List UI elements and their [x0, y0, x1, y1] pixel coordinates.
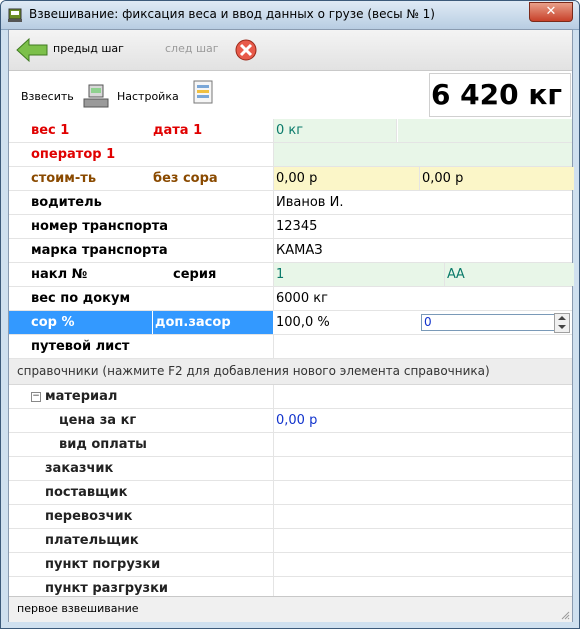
weigh-button[interactable]: Взвесить — [21, 90, 74, 103]
scale-icon[interactable] — [81, 81, 111, 111]
value-document-weight[interactable]: 6000 кг — [276, 287, 566, 310]
label-extra-debris: доп.засор — [153, 311, 273, 334]
main-window: Взвешивание: фиксация веса и ввод данных… — [0, 0, 580, 629]
label-vehicle-brand: марка транспорта — [31, 243, 168, 258]
window-title: Взвешивание: фиксация веса и ввод данных… — [29, 7, 435, 21]
label-document-weight: вес по докум — [31, 291, 131, 306]
spin-down-icon[interactable] — [558, 325, 566, 329]
label-cost: стоим-ть — [31, 171, 97, 186]
row-waybill[interactable]: путевой лист — [9, 335, 572, 359]
label-customer: заказчик — [45, 461, 114, 476]
row-document-weight[interactable]: вес по докум 6000 кг — [9, 287, 572, 311]
value-debris-percent[interactable]: 100,0 % — [276, 311, 416, 334]
label-vehicle-number: номер транспорта — [31, 219, 169, 234]
label-price-per-kg: цена за кг — [59, 413, 137, 428]
back-arrow-icon[interactable] — [15, 38, 49, 62]
value-cost[interactable]: 0,00 р — [274, 167, 419, 190]
extra-debris-spinner[interactable] — [554, 313, 570, 333]
label-payer: плательщик — [45, 533, 139, 548]
label-carrier: перевозчик — [45, 509, 133, 524]
weight-display: 6 420 кг — [429, 73, 571, 117]
label-without-debris: без сора — [153, 171, 218, 186]
row-payment-type[interactable]: вид оплаты — [9, 433, 572, 457]
action-toolbar: Взвесить Настройка 6 420 кг — [9, 71, 572, 119]
extra-debris-input[interactable]: 0 — [421, 314, 555, 331]
value-operator-1[interactable] — [274, 143, 572, 166]
status-text: первое взвешивание — [17, 602, 139, 615]
value-vehicle-number[interactable]: 12345 — [276, 215, 566, 238]
row-vehicle-brand[interactable]: марка транспорта КАМАЗ — [9, 239, 572, 263]
value-vehicle-brand[interactable]: КАМАЗ — [276, 239, 566, 262]
next-button[interactable]: след шаг — [165, 42, 219, 55]
reference-section-text: справочники (нажмите F2 для добавления н… — [17, 364, 490, 378]
label-date-1: дата 1 — [153, 123, 203, 138]
label-payment-type: вид оплаты — [59, 437, 147, 452]
row-debris-percent[interactable]: сор % доп.засор 100,0 % 0 — [9, 311, 572, 335]
scale-app-icon — [8, 8, 22, 22]
settings-icon[interactable] — [191, 77, 215, 105]
label-material: материал — [45, 389, 118, 404]
value-weight-1[interactable]: 0 кг — [274, 119, 397, 142]
back-button[interactable]: предыд шаг — [53, 42, 124, 55]
spin-up-icon[interactable] — [558, 316, 566, 320]
client-area: предыд шаг след шаг Взвесить Настройка 6… — [8, 29, 574, 622]
value-date-1[interactable] — [398, 119, 572, 142]
row-payer[interactable]: плательщик — [9, 529, 572, 553]
row-carrier[interactable]: перевозчик — [9, 505, 572, 529]
row-material[interactable]: − материал — [9, 385, 572, 409]
resize-grip-icon[interactable] — [560, 610, 570, 620]
label-debris-percent: сор % — [9, 311, 152, 334]
row-vehicle-number[interactable]: номер транспорта 12345 — [9, 215, 572, 239]
row-loading-point[interactable]: пункт погрузки — [9, 553, 572, 577]
row-cost[interactable]: стоим-ть без сора 0,00 р 0,00 р — [9, 167, 574, 191]
label-supplier: поставщик — [45, 485, 128, 500]
value-waybill[interactable] — [276, 335, 566, 358]
row-weight-1[interactable]: вес 1 дата 1 0 кг — [9, 119, 572, 143]
label-loading-point: пункт погрузки — [45, 557, 161, 572]
row-invoice[interactable]: накл № серия 1 АА — [9, 263, 574, 287]
label-driver: водитель — [31, 195, 102, 210]
data-grid: вес 1 дата 1 0 кг оператор 1 стоим-ть бе… — [9, 119, 574, 601]
navigation-toolbar: предыд шаг след шаг — [9, 30, 572, 71]
label-invoice-number: накл № — [31, 267, 88, 282]
label-operator-1: оператор 1 — [31, 147, 116, 162]
cancel-icon[interactable] — [233, 38, 259, 62]
close-button[interactable]: ✕ — [529, 2, 573, 22]
settings-button[interactable]: Настройка — [117, 90, 179, 103]
label-waybill: путевой лист — [31, 339, 130, 354]
reference-section-header: справочники (нажмите F2 для добавления н… — [9, 359, 572, 385]
value-price-per-kg[interactable]: 0,00 р — [276, 409, 566, 432]
label-weight-1: вес 1 — [31, 123, 70, 138]
row-customer[interactable]: заказчик — [9, 457, 572, 481]
row-supplier[interactable]: поставщик — [9, 481, 572, 505]
row-price-per-kg[interactable]: цена за кг 0,00 р — [9, 409, 572, 433]
status-bar: первое взвешивание — [9, 596, 572, 622]
label-series: серия — [173, 267, 217, 282]
value-driver[interactable]: Иванов И. — [276, 191, 566, 214]
value-without-debris[interactable]: 0,00 р — [420, 167, 574, 190]
collapse-icon[interactable]: − — [31, 392, 41, 402]
title-bar[interactable]: Взвешивание: фиксация веса и ввод данных… — [1, 1, 579, 30]
weight-value: 6 420 кг — [430, 78, 562, 111]
value-invoice-number[interactable]: 1 — [274, 263, 444, 286]
row-driver[interactable]: водитель Иванов И. — [9, 191, 572, 215]
value-series[interactable]: АА — [445, 263, 574, 286]
row-operator-1[interactable]: оператор 1 — [9, 143, 572, 167]
